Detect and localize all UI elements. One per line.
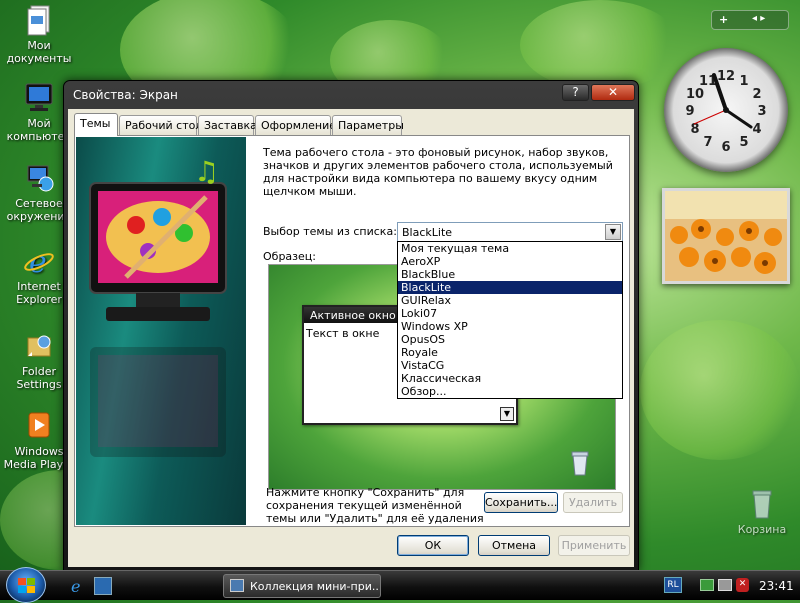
mouse-cursor xyxy=(458,202,470,216)
taskbar-item-gadget-gallery[interactable]: Коллекция мини-при... xyxy=(223,574,381,598)
theme-select[interactable]: BlackLite ▼ xyxy=(397,222,623,242)
sidebar-gadget-bar: + ◂ ▸ xyxy=(711,10,789,30)
svg-text:2: 2 xyxy=(752,87,761,102)
apply-button[interactable]: Применить xyxy=(558,535,630,556)
folder-settings-icon xyxy=(22,330,56,362)
svg-text:4: 4 xyxy=(752,122,761,137)
close-button[interactable]: ✕ xyxy=(591,84,635,101)
chevron-down-icon[interactable]: ▼ xyxy=(605,224,621,240)
desktop-icon-my-documents[interactable]: Мои документы xyxy=(0,4,78,65)
help-button[interactable]: ? xyxy=(562,84,589,101)
themes-illustration: ♫ xyxy=(76,137,246,525)
desktop-icon-recycle-bin[interactable]: Корзина xyxy=(728,488,796,536)
theme-option[interactable]: VistaCG xyxy=(398,359,622,372)
quicklaunch-desktop-icon[interactable] xyxy=(94,577,112,595)
svg-text:8: 8 xyxy=(690,122,699,137)
svg-text:12: 12 xyxy=(717,69,735,84)
dialog-client-area: Темы Рабочий стол Заставка Оформление Па… xyxy=(68,109,634,567)
cancel-button[interactable]: Отмена xyxy=(478,535,550,556)
security-shield-icon[interactable]: ✕ xyxy=(736,578,749,592)
start-button[interactable] xyxy=(6,567,46,603)
delete-theme-button[interactable]: Удалить xyxy=(563,492,623,513)
media-player-icon xyxy=(22,410,56,442)
theme-option[interactable]: AeroXP xyxy=(398,255,622,268)
network-icon xyxy=(22,162,56,194)
tab-themes[interactable]: Темы xyxy=(74,113,118,136)
theme-dropdown-list[interactable]: Моя текущая тема AeroXP BlackBlue BlackLite… xyxy=(397,241,623,399)
tab-desktop[interactable]: Рабочий стол xyxy=(119,115,202,135)
themes-description: Тема рабочего стола - это фоновый рисуно… xyxy=(263,146,613,198)
save-hint: Нажмите кнопку "Сохранить" для сохранени… xyxy=(266,486,484,525)
gadget-nav-buttons[interactable]: ◂ ▸ xyxy=(752,13,765,24)
svg-text:6: 6 xyxy=(721,140,730,155)
dialog-title: Свойства: Экран xyxy=(73,88,178,102)
svg-text:9: 9 xyxy=(685,104,694,119)
theme-option[interactable]: BlackLite xyxy=(398,281,622,294)
svg-text:10: 10 xyxy=(686,87,704,102)
recycle-bin-icon xyxy=(745,488,779,520)
windows-logo-icon xyxy=(18,578,36,594)
display-tray-icon[interactable] xyxy=(718,579,732,591)
theme-option[interactable]: Windows XP xyxy=(398,320,622,333)
quicklaunch-ie-icon[interactable]: e xyxy=(68,577,86,596)
slideshow-gadget[interactable] xyxy=(662,188,790,284)
theme-select-label: Выбор темы из списка: xyxy=(263,225,397,238)
theme-option[interactable]: Классическая xyxy=(398,372,622,385)
theme-option[interactable]: Моя текущая тема xyxy=(398,242,622,255)
desktop-icon-label: Мои документы xyxy=(6,39,72,65)
theme-option[interactable]: BlackBlue xyxy=(398,268,622,281)
theme-option[interactable]: Loki07 xyxy=(398,307,622,320)
theme-option[interactable]: OpusOS xyxy=(398,333,622,346)
svg-text:♫: ♫ xyxy=(194,155,219,188)
ok-button[interactable]: ОК xyxy=(397,535,469,556)
svg-text:3: 3 xyxy=(757,104,766,119)
add-gadget-button[interactable]: + xyxy=(719,13,728,26)
window-icon xyxy=(230,579,244,592)
theme-option[interactable]: Royale xyxy=(398,346,622,359)
svg-text:e: e xyxy=(71,578,80,594)
flower-photo xyxy=(665,191,787,281)
system-tray: RL ✕ 23:41 xyxy=(660,571,800,601)
preview-recycle-bin-icon xyxy=(569,450,591,476)
display-properties-dialog: Свойства: Экран ? ✕ Темы Рабочий стол За… xyxy=(63,80,639,571)
tab-appearance[interactable]: Оформление xyxy=(255,115,336,135)
preview-chevron-down-icon: ▼ xyxy=(500,407,514,421)
language-indicator[interactable]: RL xyxy=(664,577,682,593)
svg-text:7: 7 xyxy=(703,135,712,150)
monitor-palette-icon: ♫ xyxy=(89,155,227,457)
tab-screensaver[interactable]: Заставка xyxy=(198,115,257,135)
sample-label: Образец: xyxy=(263,250,316,263)
taskbar-item-label: Коллекция мини-при... xyxy=(250,580,381,593)
tray-clock[interactable]: 23:41 xyxy=(759,579,794,593)
clock-face-icon: 12 12 345 678 91011 xyxy=(685,69,766,155)
theme-option[interactable]: GUIRelax xyxy=(398,294,622,307)
desktop-icon-label: Корзина xyxy=(737,523,787,536)
clock-gadget[interactable]: 12 1 2 345 678 9 10 11 xyxy=(664,48,788,172)
ie-icon: e xyxy=(22,245,56,280)
computer-icon xyxy=(22,82,56,114)
svg-text:1: 1 xyxy=(739,74,748,89)
svg-text:5: 5 xyxy=(739,135,748,150)
save-theme-button[interactable]: Сохранить... xyxy=(484,492,558,513)
theme-select-value: BlackLite xyxy=(402,226,453,239)
network-tray-icon[interactable] xyxy=(700,579,714,591)
themes-panel: ♫ Тема рабочего стола - это фоновый рису… xyxy=(74,135,630,527)
taskbar: e Коллекция мини-при... RL ✕ 23:41 xyxy=(0,567,800,603)
theme-option[interactable]: Обзор... xyxy=(398,385,622,398)
tab-settings[interactable]: Параметры xyxy=(332,115,404,135)
documents-icon xyxy=(22,4,56,36)
